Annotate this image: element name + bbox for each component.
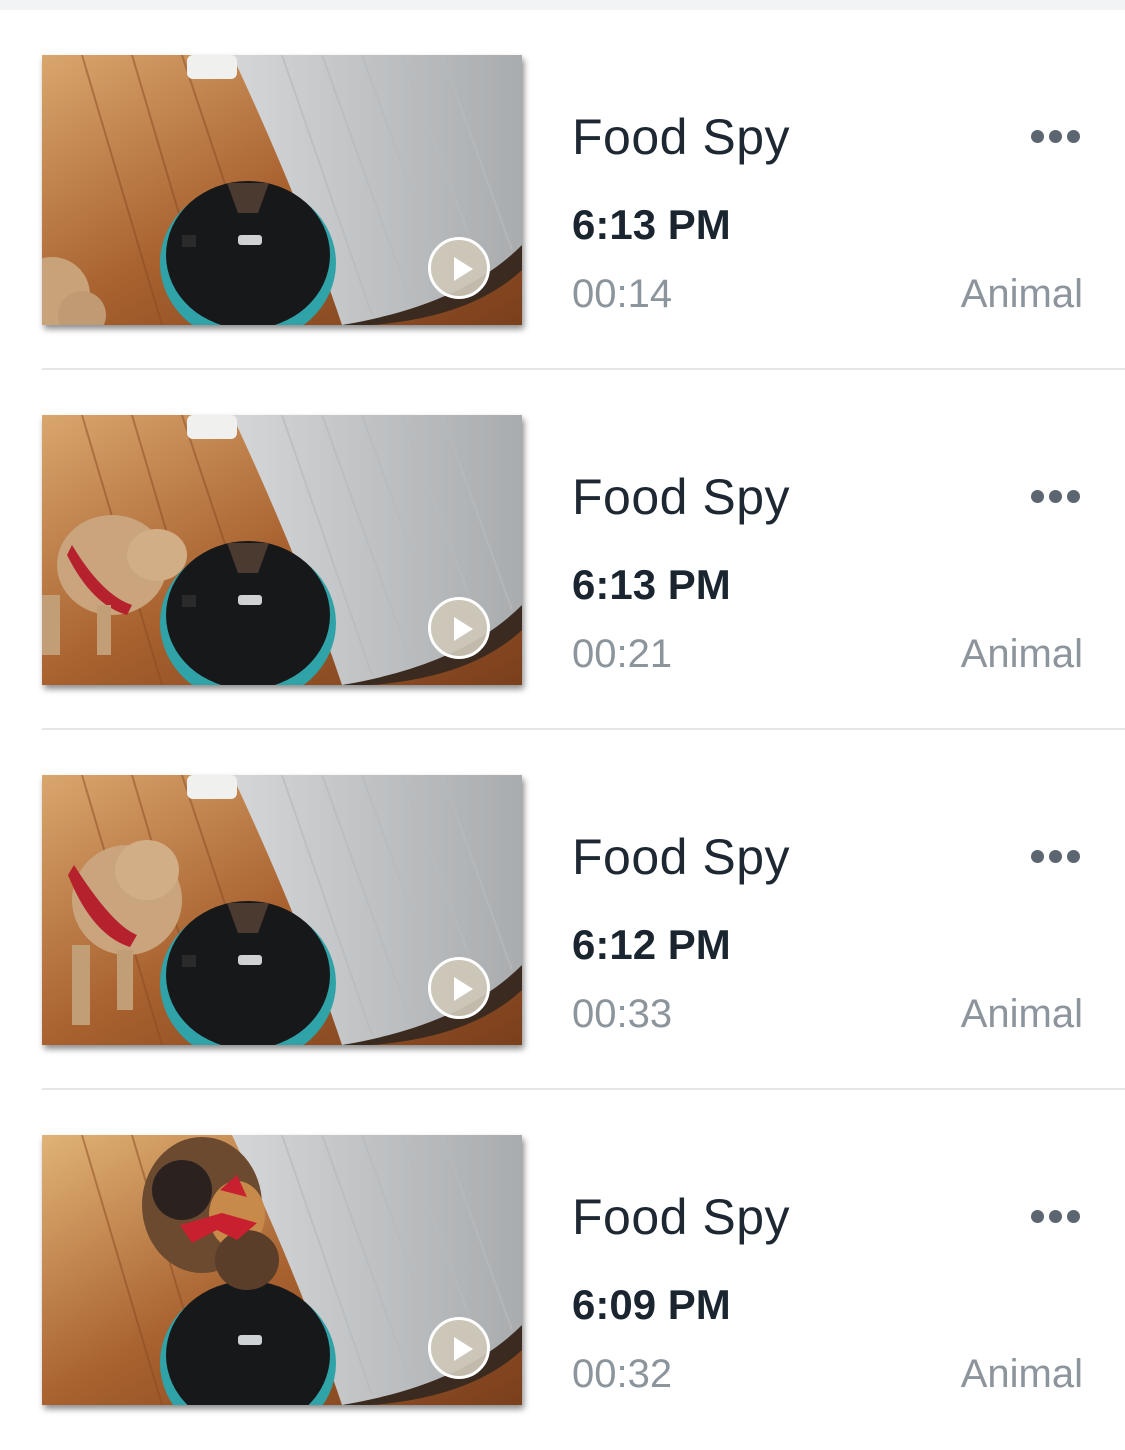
recording-duration: 00:33: [572, 992, 673, 1036]
recording-duration: 00:32: [572, 1352, 673, 1396]
recording-category: Animal: [960, 632, 1083, 676]
video-thumbnail[interactable]: [42, 1135, 522, 1405]
ellipsis-icon[interactable]: [1031, 130, 1081, 144]
recording-category: Animal: [960, 272, 1083, 316]
recordings-list: Food Spy 6:13 PM 00:14 Animal Food Spy 6…: [0, 10, 1125, 1450]
play-icon[interactable]: [428, 237, 490, 299]
video-thumbnail[interactable]: [42, 775, 522, 1045]
video-thumbnail[interactable]: [42, 415, 522, 685]
recording-title: Food Spy: [572, 1189, 791, 1245]
recording-title: Food Spy: [572, 469, 791, 525]
top-bar-edge: [0, 0, 1125, 10]
recording-duration: 00:14: [572, 272, 673, 316]
recording-time: 6:13 PM: [572, 561, 731, 608]
recording-time: 6:12 PM: [572, 921, 731, 968]
ellipsis-icon[interactable]: [1031, 850, 1081, 864]
play-icon[interactable]: [428, 1317, 490, 1379]
recording-time: 6:09 PM: [572, 1281, 731, 1328]
recording-duration: 00:21: [572, 632, 673, 676]
recording-time: 6:13 PM: [572, 201, 731, 248]
recording-title: Food Spy: [572, 829, 791, 885]
recording-row[interactable]: Food Spy 6:09 PM 00:32 Animal: [0, 1090, 1125, 1450]
recording-category: Animal: [960, 1352, 1083, 1396]
play-icon[interactable]: [428, 597, 490, 659]
recording-row[interactable]: Food Spy 6:13 PM 00:14 Animal: [0, 10, 1125, 370]
recording-title: Food Spy: [572, 109, 791, 165]
recording-row[interactable]: Food Spy 6:12 PM 00:33 Animal: [0, 730, 1125, 1090]
recording-row[interactable]: Food Spy 6:13 PM 00:21 Animal: [0, 370, 1125, 730]
recording-category: Animal: [960, 992, 1083, 1036]
play-icon[interactable]: [428, 957, 490, 1019]
ellipsis-icon[interactable]: [1031, 490, 1081, 504]
ellipsis-icon[interactable]: [1031, 1210, 1081, 1224]
video-thumbnail[interactable]: [42, 55, 522, 325]
